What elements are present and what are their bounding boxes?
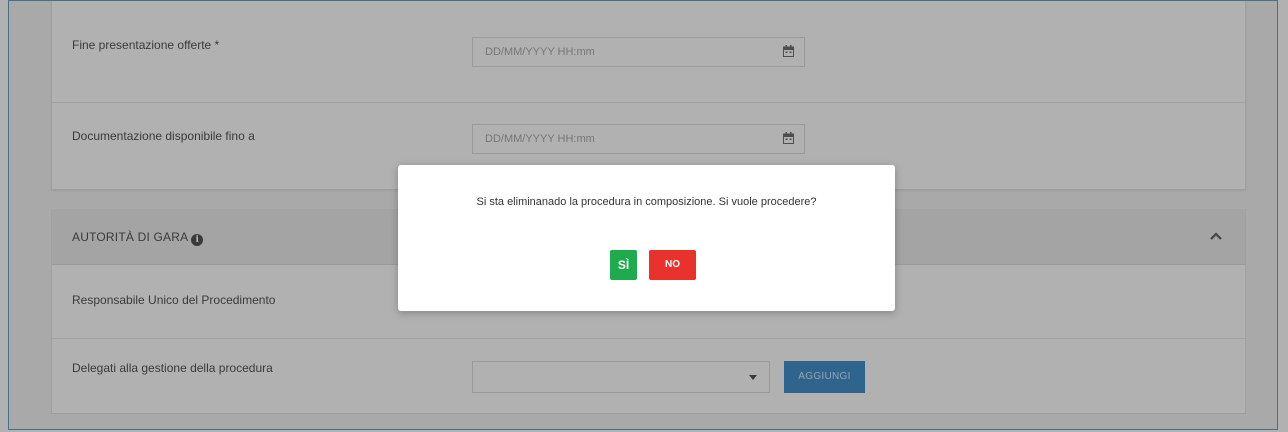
no-button[interactable]: NO [649, 250, 696, 280]
confirm-dialog: Si sta eliminanado la procedura in compo… [398, 165, 895, 311]
dialog-message: Si sta eliminanado la procedura in compo… [476, 196, 817, 208]
yes-button[interactable]: SÌ [610, 250, 637, 280]
